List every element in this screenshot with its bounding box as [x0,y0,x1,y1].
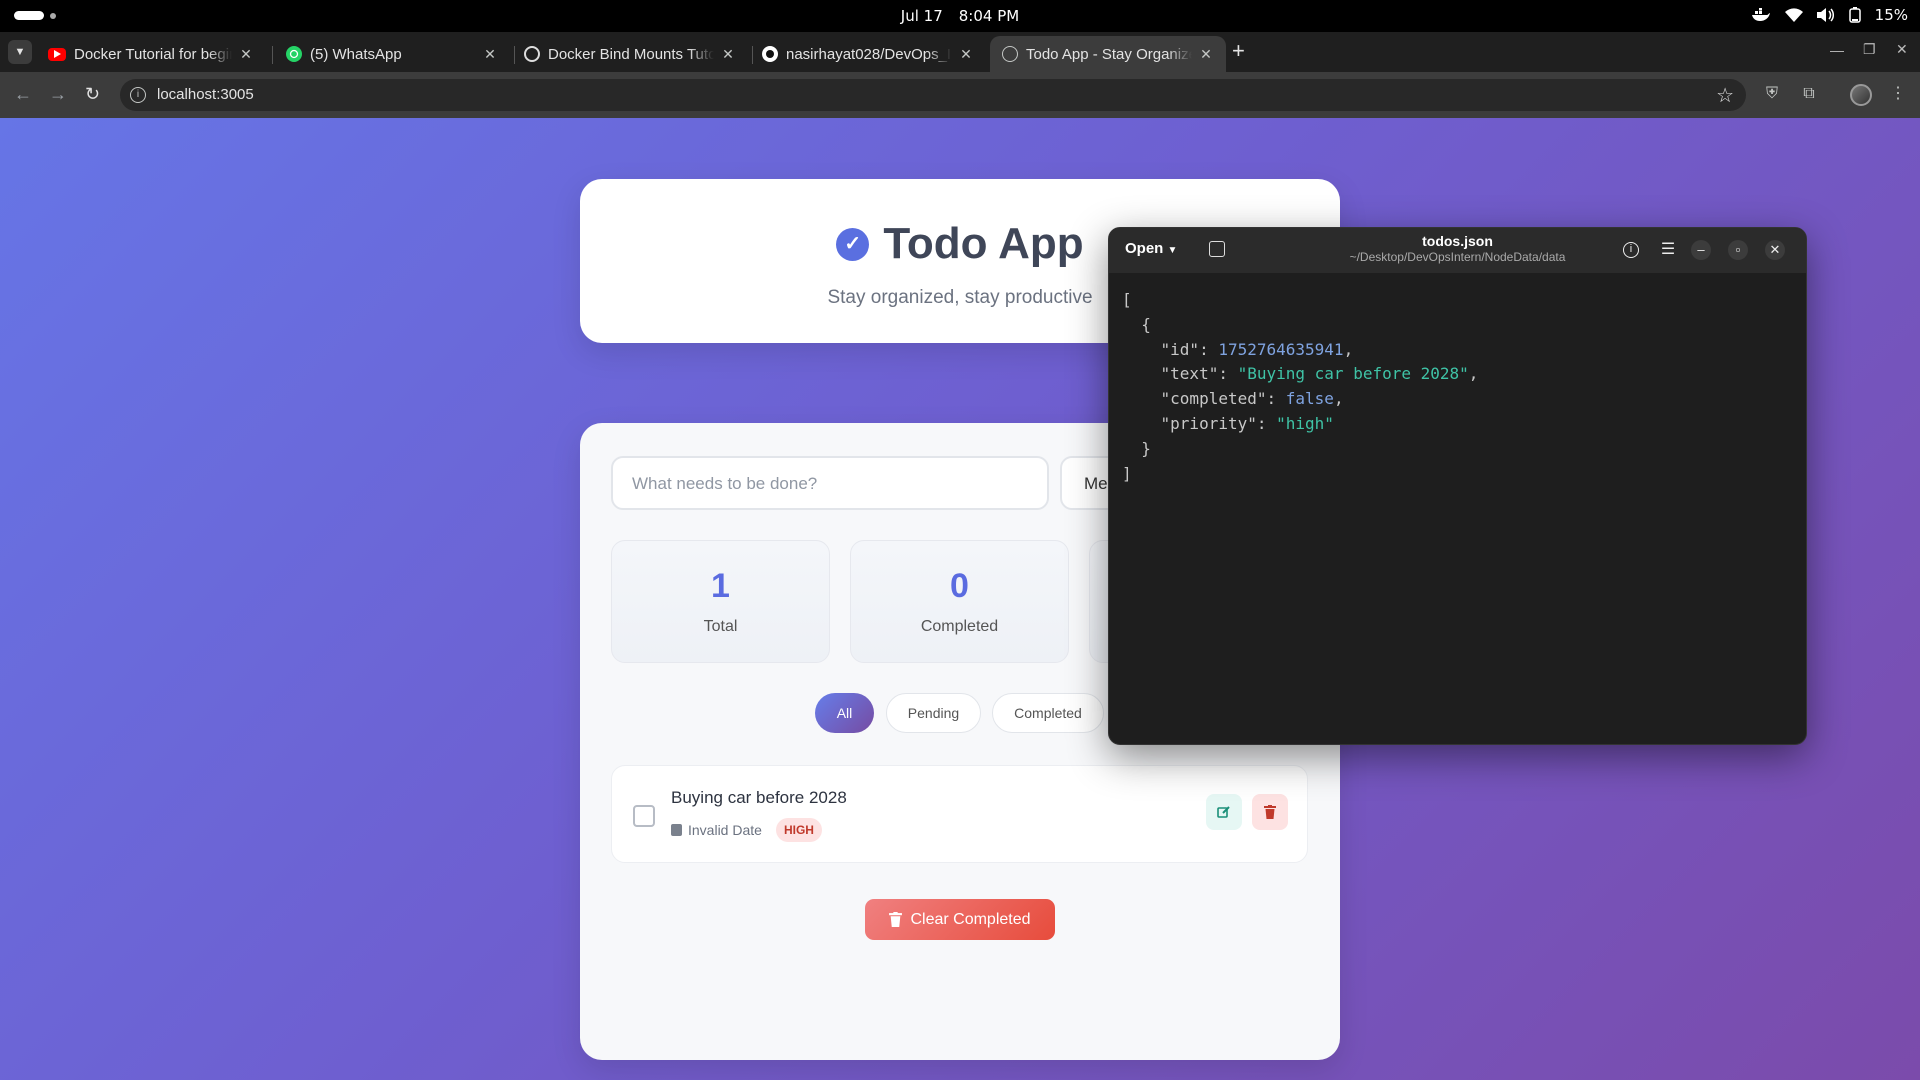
stat-value: 1 [711,567,730,605]
tab-whatsapp[interactable]: (5) WhatsApp ✕ [274,36,510,72]
clock-time: 8:04 PM [958,7,1020,25]
close-tab-icon[interactable]: ✕ [482,46,498,62]
minimize-editor-button[interactable]: – [1691,240,1711,260]
wifi-icon[interactable] [1784,8,1803,22]
browser-tab-strip: ▼ Docker Tutorial for beginners ✕ (5) Wh… [0,32,1920,72]
calendar-icon [671,824,682,836]
check-circle-icon: ✓ [836,227,870,261]
stat-completed: 0 Completed [850,540,1069,663]
close-tab-icon[interactable]: ✕ [238,46,254,62]
stat-total: 1 Total [611,540,830,663]
restore-window-button[interactable]: ❐ [1863,41,1876,58]
close-tab-icon[interactable]: ✕ [958,46,974,62]
battery-percent: 15% [1874,6,1908,24]
clock[interactable]: Jul 17 8:04 PM [0,7,1920,25]
battery-icon[interactable] [1848,7,1861,23]
tab-todo-app[interactable]: Todo App - Stay Organized ✕ [990,36,1226,72]
editor-header-bar: Open ▼ todos.json ~/Desktop/DevOpsIntern… [1109,228,1806,273]
clear-completed-button[interactable]: Clear Completed [865,899,1055,940]
json-completed-value: false [1285,389,1334,409]
chatgpt-icon [524,46,540,62]
todo-checkbox[interactable] [633,805,655,827]
todo-date-text: Invalid Date [688,822,762,838]
forward-button[interactable]: → [49,85,67,103]
browser-toolbar: ← → ↻ i localhost:3005 ☆ ⛨ ⧉ ⋮ [0,72,1920,118]
todo-app-page: ✓ Todo App Stay organized, stay producti… [0,118,1920,1080]
json-content[interactable]: [ { "id": 1752764635941, "text": "Buying… [1122,288,1478,486]
stat-label: Completed [920,618,999,635]
hamburger-menu-icon[interactable]: ☰ [1658,240,1678,260]
text-editor-window: Open ▼ todos.json ~/Desktop/DevOpsIntern… [1108,227,1807,745]
priority-badge: HIGH [775,818,822,842]
edit-icon [1217,806,1230,818]
tab-docker-tutorial[interactable]: Docker Tutorial for beginners ✕ [36,36,266,72]
globe-icon [1002,46,1018,62]
json-priority-value: "high" [1276,413,1334,433]
tab-title: nasirhayat028/DevOps_Intern [786,45,952,63]
system-top-bar: Jul 17 8:04 PM 15% [0,0,1920,32]
todo-text: Buying car before 2028 [671,788,847,807]
filter-completed-button[interactable]: Completed [992,693,1104,733]
todo-meta: Invalid Date HIGH [671,818,822,842]
edit-todo-button[interactable] [1206,794,1242,830]
clear-completed-label: Clear Completed [910,910,1031,928]
profile-avatar[interactable] [1850,84,1872,106]
tab-github-repo[interactable]: nasirhayat028/DevOps_Intern ✕ [750,36,986,72]
maximize-editor-button[interactable]: ▫ [1728,240,1748,260]
stat-value: 0 [950,567,969,605]
tab-title: (5) WhatsApp [310,45,402,63]
system-tray[interactable]: 15% [1751,6,1908,24]
clock-date: Jul 17 [900,7,943,25]
todo-date: Invalid Date [671,822,762,838]
todo-item: Buying car before 2028 Invalid Date HIGH [611,765,1308,863]
new-todo-input[interactable]: What needs to be done? [611,456,1049,510]
youtube-icon [48,47,66,61]
github-icon [762,46,778,62]
whatsapp-icon [286,46,302,62]
site-info-icon[interactable]: i [130,87,146,103]
delete-todo-button[interactable] [1252,794,1288,830]
bookmark-star-icon[interactable]: ☆ [1716,83,1734,108]
stat-label: Total [703,618,738,635]
extensions-puzzle-icon[interactable]: ⧉ [1799,84,1819,104]
document-info-icon[interactable]: i [1623,242,1639,258]
close-tab-icon[interactable]: ✕ [720,46,736,62]
tab-docker-bind-mounts[interactable]: Docker Bind Mounts Tutorial ✕ [512,36,748,72]
menu-kebab-icon[interactable]: ⋮ [1888,84,1908,104]
json-id-value: 1752764635941 [1218,339,1344,359]
url-text: localhost:3005 [157,86,254,103]
tab-title: Todo App - Stay Organized [1026,45,1192,63]
docker-icon[interactable] [1751,8,1771,22]
shield-extension-icon[interactable]: ⛨ [1762,84,1782,104]
volume-icon[interactable] [1816,8,1835,22]
reload-button[interactable]: ↻ [85,85,100,103]
close-window-button[interactable]: ✕ [1896,41,1908,58]
filter-all-button[interactable]: All [815,693,874,733]
json-text-value: "Buying car before 2028" [1237,364,1469,384]
tab-title: Docker Tutorial for beginners [74,45,232,63]
minimize-window-button[interactable]: — [1830,42,1844,58]
tab-title: Docker Bind Mounts Tutorial [548,45,714,63]
address-bar[interactable]: i localhost:3005 ☆ [120,79,1746,111]
app-title-text: Todo App [883,219,1084,268]
tab-search-button[interactable]: ▼ [8,40,32,64]
trash-icon [889,912,903,927]
trash-icon [1264,805,1276,819]
close-editor-button[interactable]: ✕ [1765,240,1785,260]
chevron-down-icon: ▼ [14,46,26,58]
filter-pending-button[interactable]: Pending [886,693,981,733]
close-tab-icon[interactable]: ✕ [1198,46,1214,62]
new-tab-button[interactable]: + [1232,40,1245,62]
back-button[interactable]: ← [14,85,32,103]
